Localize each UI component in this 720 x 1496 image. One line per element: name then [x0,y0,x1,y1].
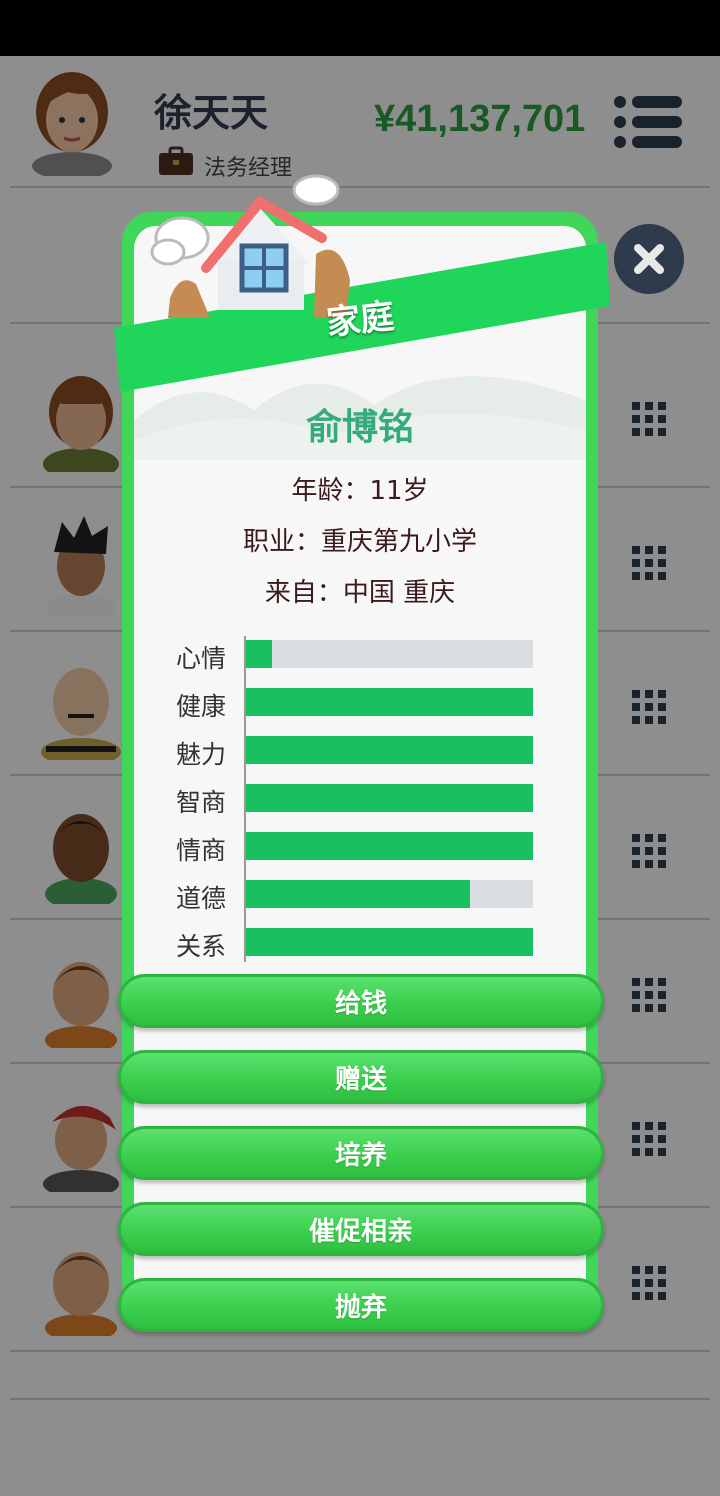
stat-fill [246,640,272,668]
stat-fill [246,832,533,860]
stat-bar-mood [246,640,533,668]
give-money-button[interactable]: 给钱 [118,974,604,1028]
stat-bar-health [246,688,533,716]
stat-fill [246,928,533,956]
close-button[interactable] [614,224,684,294]
stat-label-morality: 道德 [176,884,227,913]
stat-label-relation: 关系 [176,932,227,961]
stat-bar-iq [246,784,533,812]
stat-label-iq: 智商 [176,788,227,817]
stat-bar-morality [246,880,533,908]
abandon-button[interactable]: 抛弃 [118,1278,604,1332]
gift-button[interactable]: 赠送 [118,1050,604,1104]
stat-label-mood: 心情 [176,644,227,673]
urge-blind-date-button[interactable]: 催促相亲 [118,1202,604,1256]
age-line: 年龄：11岁 [291,476,429,506]
occupation-line: 职业：重庆第九小学 [242,527,477,557]
close-icon [634,244,664,274]
stat-label-eq: 情商 [176,836,227,865]
stat-label-health: 健康 [176,692,227,721]
stat-fill [246,784,533,812]
person-name: 俞博铭 [305,407,414,448]
stat-fill [246,736,533,764]
stat-label-charm: 魅力 [176,740,227,769]
stat-bar-charm [246,736,533,764]
stat-bar-relation [246,928,533,956]
stat-fill [246,688,533,716]
stat-fill [246,880,470,908]
status-bar [0,0,720,56]
stat-bar-eq [246,832,533,860]
nurture-button[interactable]: 培养 [118,1126,604,1180]
origin-line: 来自：中国 重庆 [264,578,456,608]
cloud-icon [292,174,340,206]
